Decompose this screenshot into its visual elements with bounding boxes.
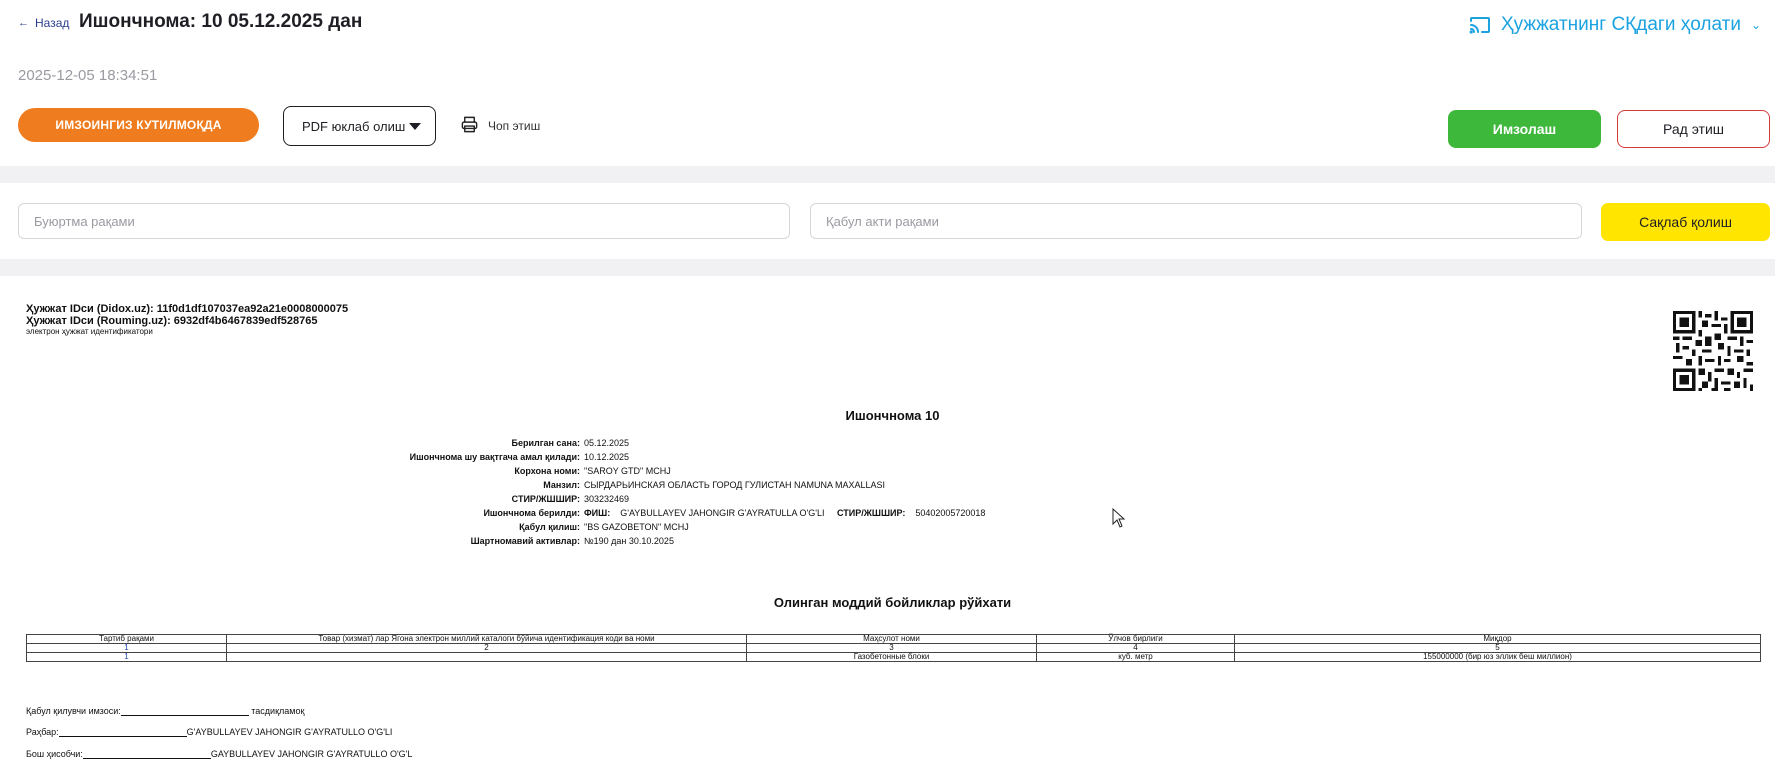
director-label: Раҳбар:	[26, 727, 59, 737]
field-value: СЫРДАРЬИНСКАЯ ОБЛАСТЬ ГОРОД ГУЛИСТАН NAM…	[584, 480, 885, 490]
acceptance-act-input[interactable]: Қабул акти рақами	[810, 203, 1582, 239]
print-label: Чоп этиш	[488, 119, 541, 133]
back-label: Назад	[35, 16, 70, 30]
accountant-signature-line: Бош ҳисобчи: GAYBULLAYEV JAHONGIR G'AYRAT…	[26, 749, 412, 759]
receiver-signature-line: Қабул қилувчи имзоси: тасдиқламоқ	[26, 706, 304, 716]
status-link-label: Ҳужжатнинг СҚдаги ҳолати	[1501, 14, 1741, 35]
field-label: Ишончнома шу вақтгача амал қилади:	[409, 452, 580, 462]
field-label: Қабул қилиш:	[519, 522, 580, 532]
table-cell: Газобетонные блоки	[746, 652, 1037, 662]
signature-line	[58, 728, 187, 737]
arrow-left-icon: ←	[18, 17, 29, 29]
field-label: Ишончнома берилди:	[483, 508, 580, 518]
table-cell: 1	[26, 652, 227, 662]
fio-label: ФИШ:	[584, 508, 611, 518]
order-details-form: Буюртма рақами Қабул акти рақами Сақлаб …	[0, 183, 1775, 259]
timestamp: 2025-12-05 18:34:51	[18, 67, 158, 84]
field-value: 05.12.2025	[584, 438, 630, 448]
table-cell: 2	[226, 643, 747, 653]
field-value: 10.12.2025	[584, 452, 630, 462]
fio-value: G'AYBULLAYEV JAHONGIR G'AYRATULLA O'G'LI	[620, 508, 825, 518]
chevron-down-icon: ⌄	[1750, 18, 1761, 32]
field-label: Шартномавий активлар:	[470, 536, 580, 546]
qr-code-icon	[1673, 311, 1753, 391]
rouming-id: Ҳужжат IDси (Rouming.uz): 6932df4b646783…	[26, 315, 318, 327]
field-label: СТИР/ЖШШИР:	[511, 494, 580, 504]
field-value: ФИШ: G'AYBULLAYEV JAHONGIR G'AYRATULLA O…	[584, 506, 985, 520]
stir-label: СТИР/ЖШШИР:	[837, 508, 906, 518]
print-button[interactable]: Чоп этиш	[460, 115, 540, 137]
awaiting-signature-badge: ИМЗОИНГИЗ КУТИЛМОҚДА	[18, 108, 259, 142]
field-label: Манзил:	[543, 480, 580, 490]
table-cell	[226, 652, 747, 662]
director-name: G'AYBULLAYEV JAHONGIR G'AYRATULLO O'G'LI	[186, 727, 393, 737]
field-value: №190 дан 30.10.2025	[584, 536, 674, 546]
caret-down-icon	[409, 123, 421, 130]
cast-icon	[1469, 16, 1491, 34]
save-button[interactable]: Сақлаб қолиш	[1601, 203, 1770, 241]
field-label: Берилган сана:	[511, 438, 580, 448]
table-cell: куб. метр	[1036, 652, 1235, 662]
page-title: Ишончнома: 10 05.12.2025 дан	[79, 11, 363, 32]
didox-id: Ҳужжат IDси (Didox.uz): 11f0d1df107037ea…	[26, 303, 349, 315]
document-ids: Ҳужжат IDси (Didox.uz): 11f0d1df107037ea…	[26, 303, 348, 337]
field-value: "BS GAZOBETON" MCHJ	[584, 522, 689, 532]
document-header: ← Назад Ишончнома: 10 05.12.2025 дан Ҳуж…	[0, 0, 1775, 166]
sign-button[interactable]: Имзолаш	[1448, 110, 1601, 148]
pdf-download-dropdown[interactable]: PDF юклаб олиш	[283, 106, 436, 146]
back-link[interactable]: ← Назад	[18, 16, 69, 30]
mouse-pointer-icon	[1112, 508, 1126, 528]
receiver-signature-suffix: тасдиқламоқ	[251, 706, 305, 716]
document-status-link[interactable]: Ҳужжатнинг СҚдаги ҳолати ⌄	[1469, 14, 1761, 36]
printer-icon	[460, 115, 479, 137]
receiver-signature-label: Қабул қилувчи имзоси:	[26, 706, 121, 716]
pdf-download-label: PDF юклаб олиш	[302, 118, 406, 134]
table-cell: 155000000 (бир юз эллик беш миллион)	[1234, 652, 1761, 662]
id-caption: электрон ҳужжат идентификатори	[26, 327, 153, 336]
table-row: 1 Газобетонные блоки куб. метр 155000000…	[26, 652, 1761, 662]
order-number-input[interactable]: Буюртма рақами	[18, 203, 790, 239]
document-title: Ишончнома 10	[845, 408, 940, 423]
reject-button[interactable]: Рад этиш	[1617, 110, 1770, 148]
field-value: "SAROY GTD" MCHJ	[584, 466, 671, 476]
stir-value: 50402005720018	[915, 508, 986, 518]
accountant-name: GAYBULLAYEV JAHONGIR G'AYRATULLO O'G'L	[210, 749, 413, 759]
field-value: 303232469	[584, 494, 630, 504]
document-preview: Ҳужжат IDси (Didox.uz): 11f0d1df107037ea…	[0, 276, 1775, 776]
signature-line	[120, 707, 249, 716]
signature-line	[82, 750, 211, 759]
accountant-label: Бош ҳисобчи:	[26, 749, 83, 759]
director-signature-line: Раҳбар: G'AYBULLAYEV JAHONGIR G'AYRATULLO…	[26, 727, 392, 737]
materials-table: Тартиб рақами Товар (хизмат) лар Ягона э…	[26, 634, 1761, 662]
field-label: Корхона номи:	[514, 466, 580, 476]
materials-list-title: Олинган моддий бойликлар рўйхати	[773, 595, 1012, 610]
